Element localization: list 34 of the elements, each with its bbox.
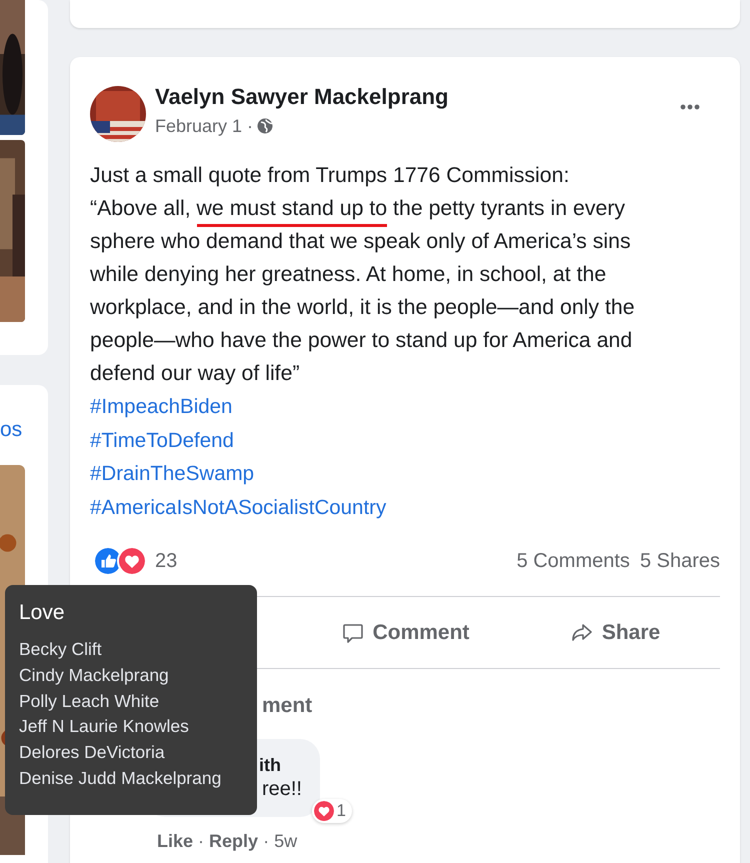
globe-icon xyxy=(257,118,274,134)
reaction-count: 1 xyxy=(336,801,346,821)
hashtag-link[interactable]: #TimeToDefend xyxy=(90,424,234,457)
view-more-comments-link[interactable]: ment xyxy=(262,693,312,719)
sidebar-link[interactable]: os xyxy=(0,417,25,443)
reaction-count[interactable]: 23 xyxy=(155,550,178,572)
hashtag-link[interactable]: #DrainTheSwamp xyxy=(90,457,254,490)
post-date[interactable]: February 1 · xyxy=(155,115,254,137)
heart-reaction-icon xyxy=(314,801,334,821)
reactor-name: Denise Judd Mackelprang xyxy=(19,766,222,790)
reactor-name: Becky Clift xyxy=(19,638,102,661)
tooltip-title: Love xyxy=(19,600,65,626)
reactor-name: Polly Leach White xyxy=(19,690,160,713)
heart-reaction-icon xyxy=(117,546,147,576)
comments-count[interactable]: 5 Comments xyxy=(516,550,630,572)
comment-action-link[interactable]: Like xyxy=(157,831,194,852)
reaction-badge[interactable]: 1 xyxy=(312,799,352,823)
share-button[interactable]: Share xyxy=(510,597,720,668)
separator-dot: · xyxy=(263,831,270,852)
reactor-name: Jeff N Laurie Knowles xyxy=(19,715,189,738)
comment-author[interactable]: ith xyxy=(259,754,302,776)
author-name[interactable]: Vaelyn Sawyer Mackelprang xyxy=(155,84,448,110)
more-options-icon[interactable] xyxy=(680,103,700,111)
comment-action-link[interactable]: Reply xyxy=(209,831,258,852)
comment-button[interactable]: Comment xyxy=(300,597,510,668)
separator-dot: · xyxy=(198,831,204,852)
hashtag-link[interactable]: #ImpeachBiden xyxy=(90,390,232,424)
reactor-name: Delores DeVictoria xyxy=(19,741,165,764)
comment-text: ree!! xyxy=(262,777,302,802)
comment-time: 5w xyxy=(274,831,298,852)
reactor-name: Cindy Mackelprang xyxy=(19,664,169,687)
post-text: Just a small quote from Trumps 1776 Commission: “Above all, we must stand up to the petty tyrants in every sphere who demand that we speak only of America’s sins while denying her greatness. At home, in school, at the workplace, and in the world, it is the people—and only the people—who have the power to stand up for America and defend our way of life” xyxy=(90,162,636,387)
shares-count[interactable]: 5 Shares xyxy=(640,550,720,572)
hashtag-link[interactable]: #AmericaIsNotASocialistCountry xyxy=(90,490,386,524)
